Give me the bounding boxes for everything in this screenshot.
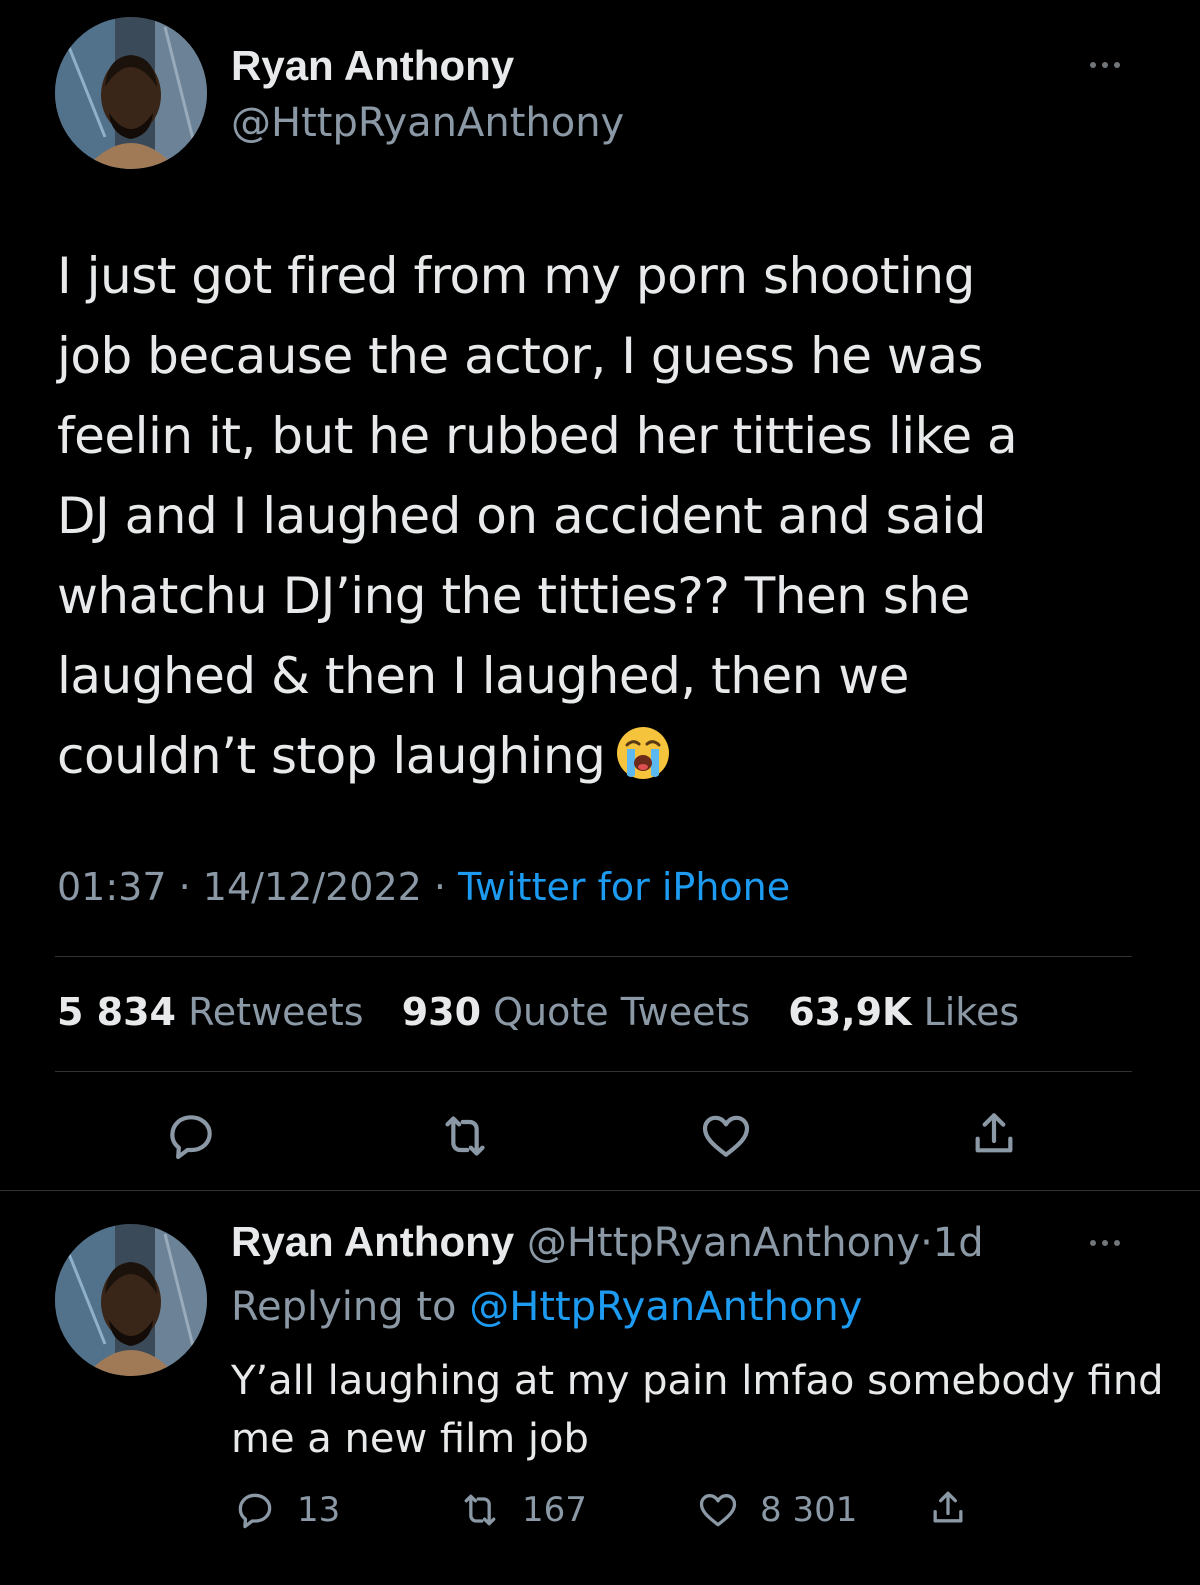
loudly-crying-face-icon [615, 724, 671, 780]
meta-separator: · [920, 1220, 933, 1266]
tweet-text-line-last: couldn’t stop laughing [57, 716, 1157, 796]
likes-label[interactable]: Likes [924, 990, 1020, 1034]
retweet-icon [458, 1488, 502, 1532]
tweet-text-line: laughed & then I laughed, then we [57, 647, 909, 705]
like-icon [696, 1488, 740, 1532]
reply-author-handle[interactable]: @HttpRyanAnthony [527, 1220, 920, 1266]
reply-icon [233, 1488, 277, 1532]
more-options-icon[interactable] [1090, 62, 1120, 68]
replying-to-label: Replying to [231, 1284, 457, 1330]
reply-age[interactable]: 1d [933, 1220, 984, 1266]
tweet-time[interactable]: 01:37 [57, 865, 167, 909]
reply-icon[interactable] [163, 1108, 219, 1164]
tweet-date[interactable]: 14/12/2022 [203, 865, 422, 909]
meta-separator: · [433, 865, 447, 909]
retweets-label[interactable]: Retweets [188, 990, 364, 1034]
reply-like-button[interactable]: 8 301 [696, 1488, 857, 1532]
reply-share-button[interactable] [926, 1486, 970, 1530]
quote-tweets-label[interactable]: Quote Tweets [493, 990, 750, 1034]
tweet-text: I just got fired from my porn shooting j… [57, 236, 1157, 796]
reply-text-line: Y’all laughing at my pain lmfao somebody… [231, 1358, 1164, 1404]
reply-text-line: me a new film job [231, 1416, 589, 1462]
reply-author-name[interactable]: Ryan Anthony [231, 1218, 514, 1265]
tweet-text-line: job because the actor, I guess he was [57, 327, 984, 385]
reply-avatar[interactable] [55, 1224, 207, 1376]
avatar-image [55, 1224, 207, 1376]
divider [55, 956, 1132, 957]
reply-more-options-icon[interactable] [1090, 1240, 1120, 1246]
divider [55, 1071, 1132, 1072]
share-icon [926, 1486, 970, 1530]
tweet-text-line: I just got fired from my porn shooting [57, 247, 975, 305]
tweet-text-line: feelin it, but he rubbed her titties lik… [57, 407, 1018, 465]
replying-to-mention[interactable]: @HttpRyanAnthony [469, 1284, 862, 1330]
reply-retweet-button[interactable]: 167 [458, 1488, 587, 1532]
avatar[interactable] [55, 17, 207, 169]
reply-reply-button[interactable]: 13 [233, 1488, 340, 1532]
divider [0, 1190, 1200, 1191]
share-icon[interactable] [966, 1106, 1022, 1162]
tweet-text-line: couldn’t stop laughing [57, 727, 606, 785]
retweet-count: 167 [522, 1490, 587, 1530]
tweet-source-link[interactable]: Twitter for iPhone [458, 865, 790, 909]
like-count: 8 301 [760, 1490, 858, 1530]
reply-count: 13 [297, 1490, 341, 1530]
replying-to: Replying to @HttpRyanAnthony [231, 1284, 862, 1330]
reply-header: Ryan Anthony @HttpRyanAnthony·1d [231, 1218, 984, 1266]
tweet-stats: 5 834 Retweets 930 Quote Tweets 63,9K Li… [57, 990, 1045, 1034]
tweet-text-line: whatchu DJ’ing the titties?? Then she [57, 567, 970, 625]
retweets-count[interactable]: 5 834 [57, 990, 176, 1034]
tweet-text-line: DJ and I laughed on accident and said [57, 487, 986, 545]
author-handle[interactable]: @HttpRyanAnthony [231, 100, 624, 146]
like-icon[interactable] [698, 1108, 754, 1164]
reply-text: Y’all laughing at my pain lmfao somebody… [231, 1352, 1171, 1468]
avatar-image [55, 17, 207, 169]
retweet-icon[interactable] [437, 1108, 493, 1164]
tweet-meta: 01:37 · 14/12/2022 · Twitter for iPhone [57, 865, 790, 909]
quote-tweets-count[interactable]: 930 [402, 990, 481, 1034]
author-name[interactable]: Ryan Anthony [231, 42, 514, 90]
meta-separator: · [178, 865, 191, 909]
likes-count[interactable]: 63,9K [788, 990, 911, 1034]
